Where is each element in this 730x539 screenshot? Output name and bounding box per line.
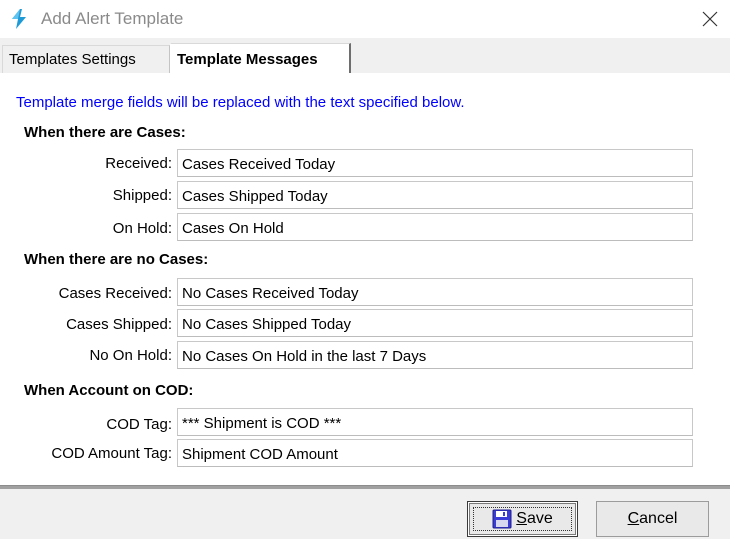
lightning-logo-icon: [12, 9, 26, 29]
received-input[interactable]: [177, 149, 693, 177]
cancel-button-label: Cancel: [627, 510, 678, 527]
section-title-cod: When Account on COD:: [24, 382, 194, 399]
received-label: Received:: [105, 155, 172, 172]
tab-label: Templates Settings: [9, 51, 136, 68]
tab-label: Template Messages: [177, 51, 318, 68]
close-button[interactable]: [690, 4, 730, 34]
cod-tag-label: COD Tag:: [106, 416, 172, 433]
cod-tag-input[interactable]: [177, 408, 693, 436]
cases-shipped-input[interactable]: [177, 309, 693, 337]
on-hold-label: On Hold:: [112, 220, 172, 237]
save-button[interactable]: Save: [467, 501, 578, 537]
cases-received-input[interactable]: [177, 278, 693, 306]
cancel-button[interactable]: Cancel: [596, 501, 709, 537]
title-bar: Add Alert Template: [0, 0, 730, 38]
on-hold-input[interactable]: [177, 213, 693, 241]
no-on-hold-input[interactable]: [177, 341, 693, 369]
focus-rectangle: [473, 507, 572, 531]
shipped-label: Shipped:: [112, 187, 172, 204]
close-icon: [702, 11, 718, 27]
tab-templates-settings[interactable]: Templates Settings: [2, 45, 170, 73]
tab-template-messages[interactable]: Template Messages: [170, 43, 351, 74]
cod-amount-tag-label: COD Amount Tag:: [51, 445, 172, 462]
no-on-hold-label: No On Hold:: [89, 347, 172, 364]
shipped-input[interactable]: [177, 181, 693, 209]
cases-shipped-label: Cases Shipped:: [66, 316, 172, 333]
window-title: Add Alert Template: [41, 9, 184, 28]
cases-received-label: Cases Received:: [58, 285, 172, 302]
merge-fields-hint: Template merge fields will be replaced w…: [16, 94, 465, 111]
section-title-no-cases: When there are no Cases:: [24, 251, 209, 268]
cod-amount-tag-input[interactable]: [177, 439, 693, 467]
section-title-cases: When there are Cases:: [24, 124, 186, 141]
